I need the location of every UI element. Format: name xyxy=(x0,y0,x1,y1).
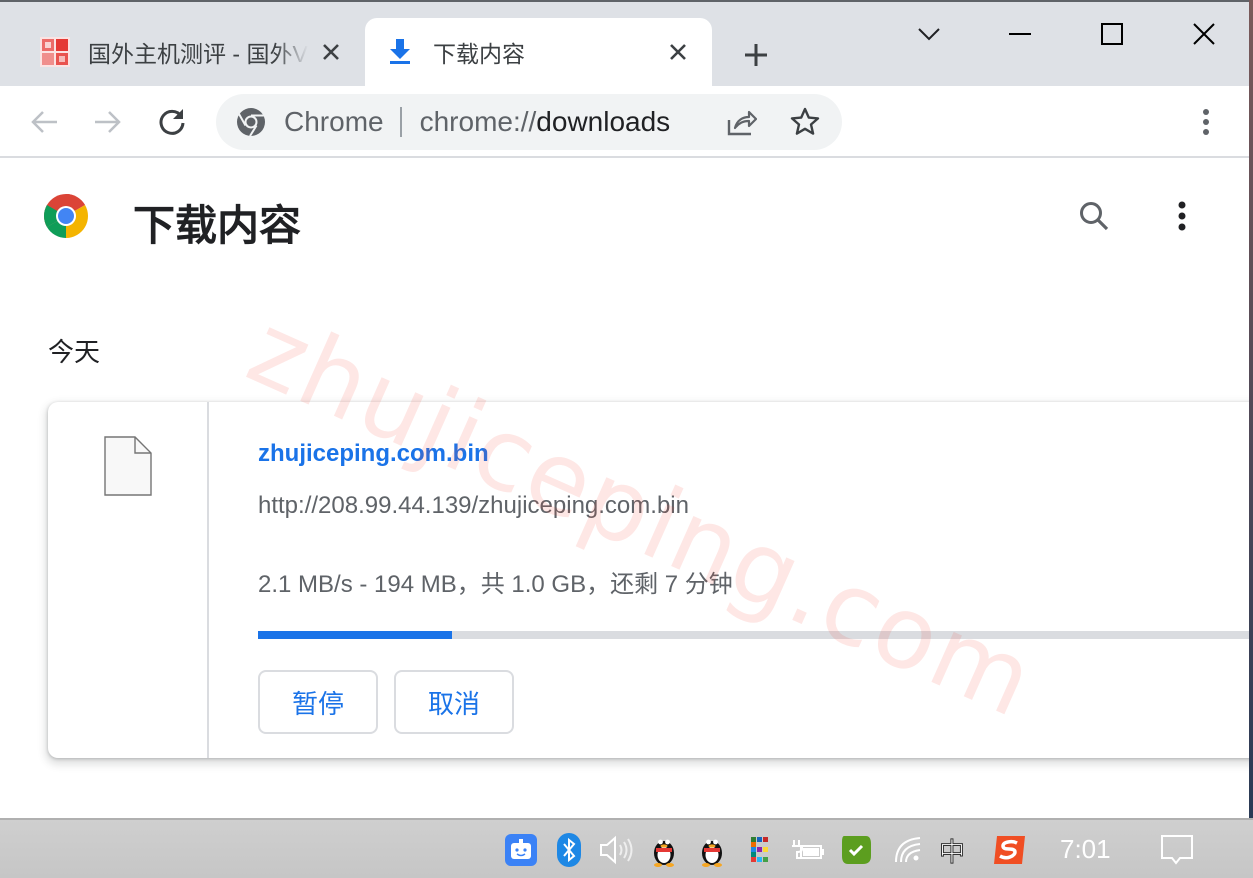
maximize-button[interactable] xyxy=(1089,12,1135,56)
tab-zhujiceping[interactable]: 国外主机测评 - 国外VPS xyxy=(20,18,365,86)
share-button[interactable] xyxy=(724,104,760,140)
browser-menu-button[interactable] xyxy=(1188,100,1224,144)
file-name-link[interactable]: zhujiceping.com.bin xyxy=(258,440,489,468)
wechat-check-icon[interactable] xyxy=(838,832,874,868)
desktop-edge xyxy=(1249,0,1253,818)
taskbar: 中 7:01 xyxy=(0,818,1253,878)
download-progress-fill xyxy=(258,631,452,639)
tab-close-icon[interactable] xyxy=(662,36,694,68)
tab-strip: 国外主机测评 - 国外VPS 下载内容 xyxy=(0,2,1253,86)
page-title: 下载内容 xyxy=(133,202,302,249)
tab-title: 下载内容 xyxy=(433,41,525,67)
qq-icon[interactable] xyxy=(646,832,682,868)
color-grid-icon[interactable] xyxy=(742,832,778,868)
qq-icon[interactable] xyxy=(694,832,730,868)
chrome-logo-icon xyxy=(44,194,88,238)
reload-icon xyxy=(159,109,185,135)
pause-button[interactable]: 暂停 xyxy=(258,670,378,734)
site-chip-label: Chrome xyxy=(284,106,384,137)
minimize-button[interactable] xyxy=(997,12,1043,56)
download-progress-bar xyxy=(258,631,1253,639)
chevron-down-icon xyxy=(918,28,940,41)
tab-close-icon[interactable] xyxy=(315,36,347,68)
download-item-card: zhujiceping.com.bin http://208.99.44.139… xyxy=(48,402,1253,758)
bluetooth-icon[interactable] xyxy=(551,832,587,868)
maximize-icon xyxy=(1101,23,1123,45)
browser-toolbar: Chrome chrome://downloads xyxy=(0,86,1253,158)
search-icon xyxy=(1080,202,1109,231)
download-item-icon-column xyxy=(48,402,209,758)
chrome-icon xyxy=(237,108,265,137)
reload-button[interactable] xyxy=(150,100,194,144)
file-icon xyxy=(104,436,152,496)
download-icon xyxy=(383,35,417,69)
tab-search-button[interactable] xyxy=(906,12,952,56)
ime-zh-icon[interactable]: 中 xyxy=(934,832,970,868)
site-logo-icon xyxy=(38,35,72,69)
cancel-button[interactable]: 取消 xyxy=(394,670,514,734)
arrow-left-icon xyxy=(31,111,57,133)
close-icon xyxy=(1193,23,1215,45)
forward-button[interactable] xyxy=(86,100,130,144)
action-center-icon[interactable] xyxy=(1158,832,1196,868)
omnibox-separator xyxy=(399,107,402,137)
url-path: downloads xyxy=(536,106,671,137)
more-vert-icon xyxy=(1178,201,1186,231)
plus-icon xyxy=(745,44,767,66)
url-text[interactable]: chrome://downloads xyxy=(420,106,671,138)
wifi-icon[interactable] xyxy=(890,832,926,868)
sogou-icon[interactable] xyxy=(992,832,1028,868)
taskbar-clock[interactable]: 7:01 xyxy=(1060,834,1111,865)
downloads-page: 下载内容 今天 zhujiceping.com.bin http://208.9… xyxy=(0,160,1253,818)
ime-label: 中 xyxy=(938,837,965,868)
browser-window: 国外主机测评 - 国外VPS 下载内容 xyxy=(0,0,1253,818)
new-tab-button[interactable] xyxy=(735,34,777,76)
assistant-icon[interactable] xyxy=(503,832,539,868)
bookmark-button[interactable] xyxy=(787,104,823,140)
tab-downloads[interactable]: 下载内容 xyxy=(365,18,712,86)
close-window-button[interactable] xyxy=(1181,12,1227,56)
address-bar[interactable]: Chrome chrome://downloads xyxy=(216,94,842,150)
share-icon xyxy=(727,110,757,136)
star-icon xyxy=(790,107,820,135)
file-source-url[interactable]: http://208.99.44.139/zhujiceping.com.bin xyxy=(258,492,689,520)
section-date-label: 今天 xyxy=(48,337,101,367)
minimize-icon xyxy=(1009,33,1031,35)
arrow-right-icon xyxy=(95,111,121,133)
download-status-text: 2.1 MB/s - 194 MB，共 1.0 GB，还剩 7 分钟 xyxy=(258,571,733,598)
battery-charging-icon[interactable] xyxy=(790,832,826,868)
volume-icon[interactable] xyxy=(598,832,634,868)
more-vert-icon xyxy=(1203,109,1209,135)
downloads-header: 下载内容 xyxy=(0,160,1253,275)
tab-title: 国外主机测评 - 国外VPS xyxy=(88,41,308,67)
downloads-menu-button[interactable] xyxy=(1160,192,1204,240)
url-scheme: chrome:// xyxy=(419,106,537,137)
back-button[interactable] xyxy=(22,100,66,144)
search-downloads-button[interactable] xyxy=(1070,192,1118,240)
